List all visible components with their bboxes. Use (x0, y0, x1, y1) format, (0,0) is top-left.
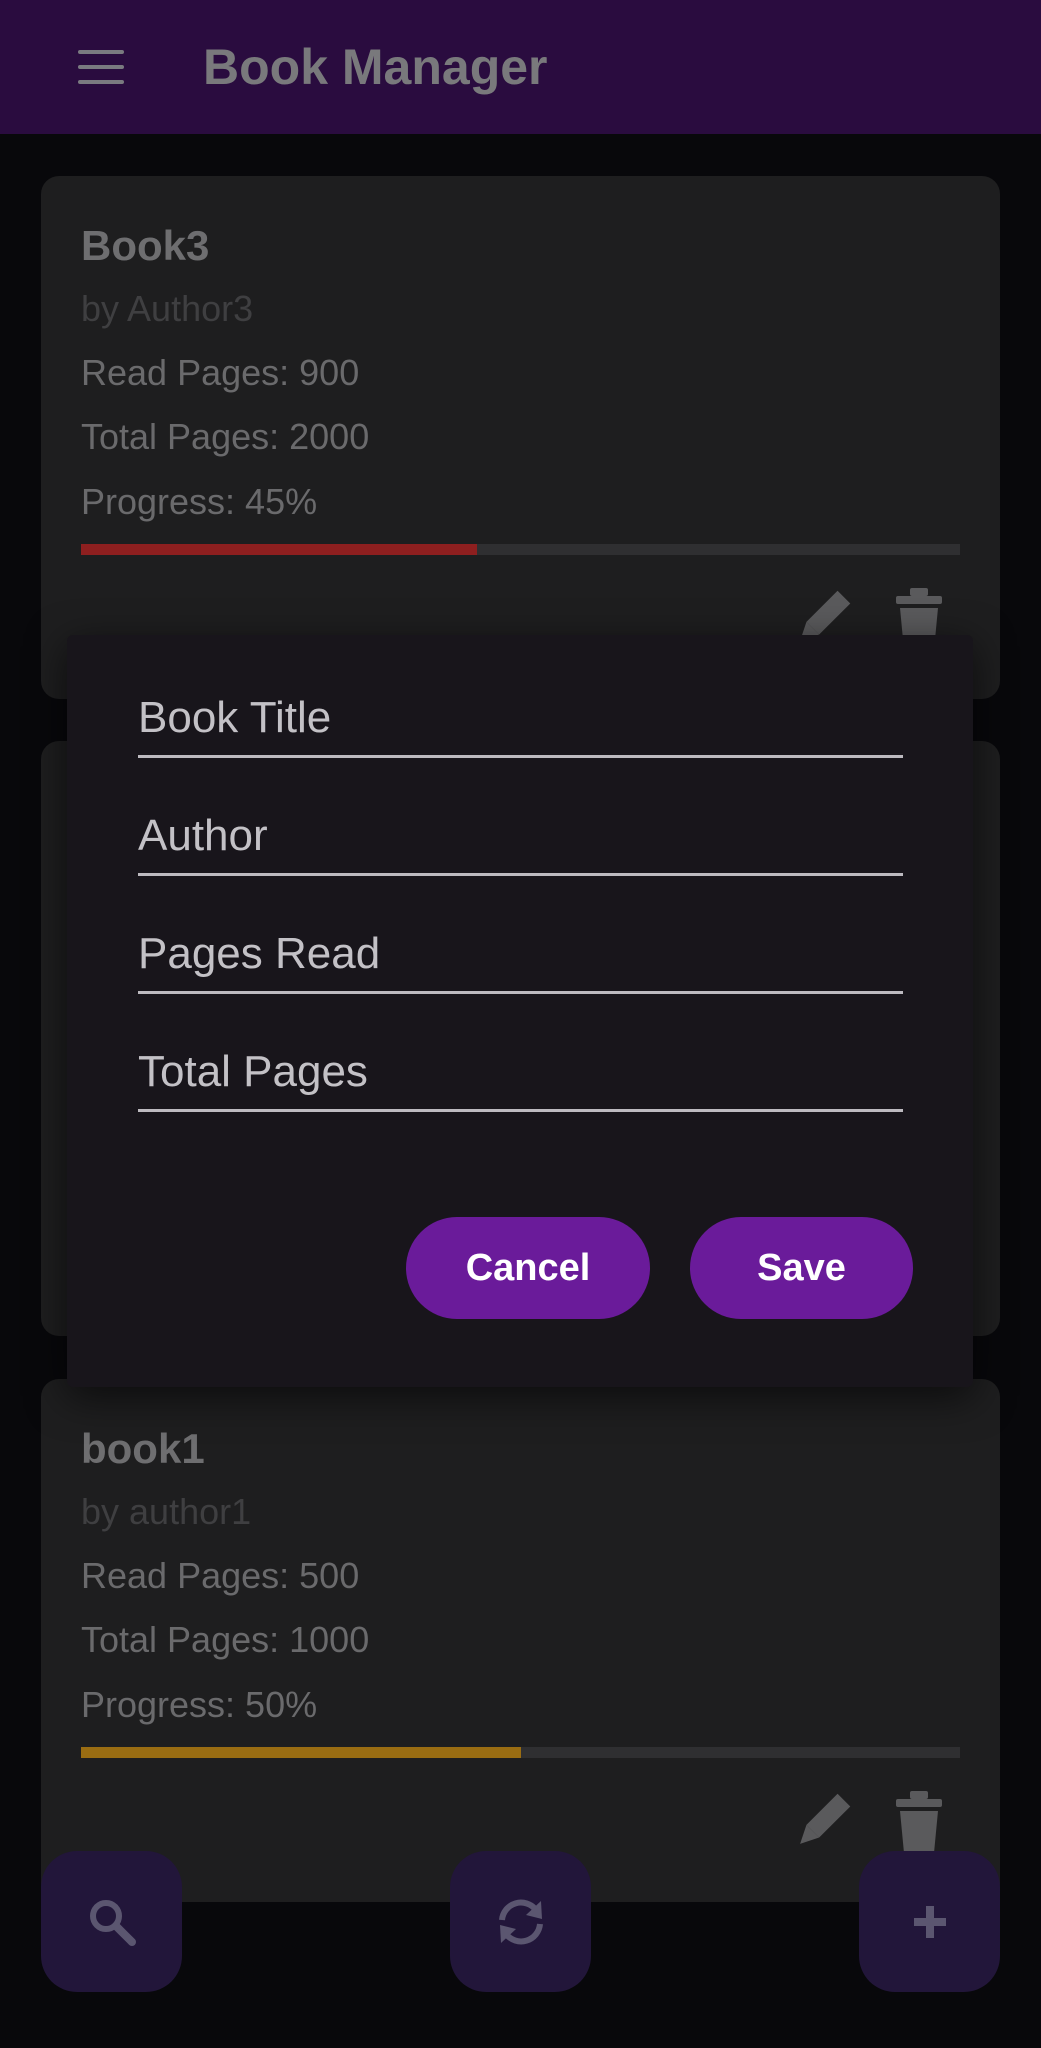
add-book-dialog: Cancel Save (67, 635, 973, 1387)
add-book-button[interactable] (859, 1851, 1000, 1992)
pages-read-input[interactable] (138, 921, 903, 987)
progress-bar (81, 544, 960, 555)
author-input[interactable] (138, 803, 903, 869)
total-pages-input[interactable] (138, 1039, 903, 1105)
app-bar: Book Manager (0, 0, 1041, 134)
book-title: Book3 (81, 222, 210, 269)
book-author: by Author3 (81, 288, 254, 329)
progress-text: Progress: 50% (81, 1684, 318, 1725)
search-icon (89, 1899, 136, 1946)
total-pages: Total Pages: 2000 (81, 416, 370, 457)
add-icon (913, 1905, 946, 1938)
save-button[interactable]: Save (690, 1217, 913, 1319)
book-card: book1 by author1 Read Pages: 500 Total P… (41, 1379, 1000, 1902)
cancel-button[interactable]: Cancel (406, 1217, 650, 1319)
page-title: Book Manager (203, 39, 548, 95)
author-field[interactable] (138, 803, 903, 876)
book-title: book1 (81, 1425, 205, 1472)
progress-bar (81, 1747, 960, 1758)
refresh-button[interactable] (450, 1851, 591, 1992)
total-pages-field[interactable] (138, 1039, 903, 1112)
book-card: Book3 by Author3 Read Pages: 900 Total P… (41, 176, 1000, 699)
book-title-input[interactable] (138, 685, 903, 751)
pages-read-field[interactable] (138, 921, 903, 994)
total-pages: Total Pages: 1000 (81, 1619, 370, 1660)
book-title-field[interactable] (138, 685, 903, 758)
read-pages: Read Pages: 900 (81, 352, 360, 393)
delete-icon[interactable] (884, 1787, 954, 1857)
edit-icon[interactable] (787, 1787, 857, 1857)
read-pages: Read Pages: 500 (81, 1555, 360, 1596)
refresh-icon (498, 1899, 543, 1944)
progress-fill (81, 1747, 521, 1758)
progress-fill (81, 544, 477, 555)
progress-text: Progress: 45% (81, 481, 318, 522)
menu-icon[interactable] (78, 50, 124, 84)
search-button[interactable] (41, 1851, 182, 1992)
book-author: by author1 (81, 1491, 252, 1532)
